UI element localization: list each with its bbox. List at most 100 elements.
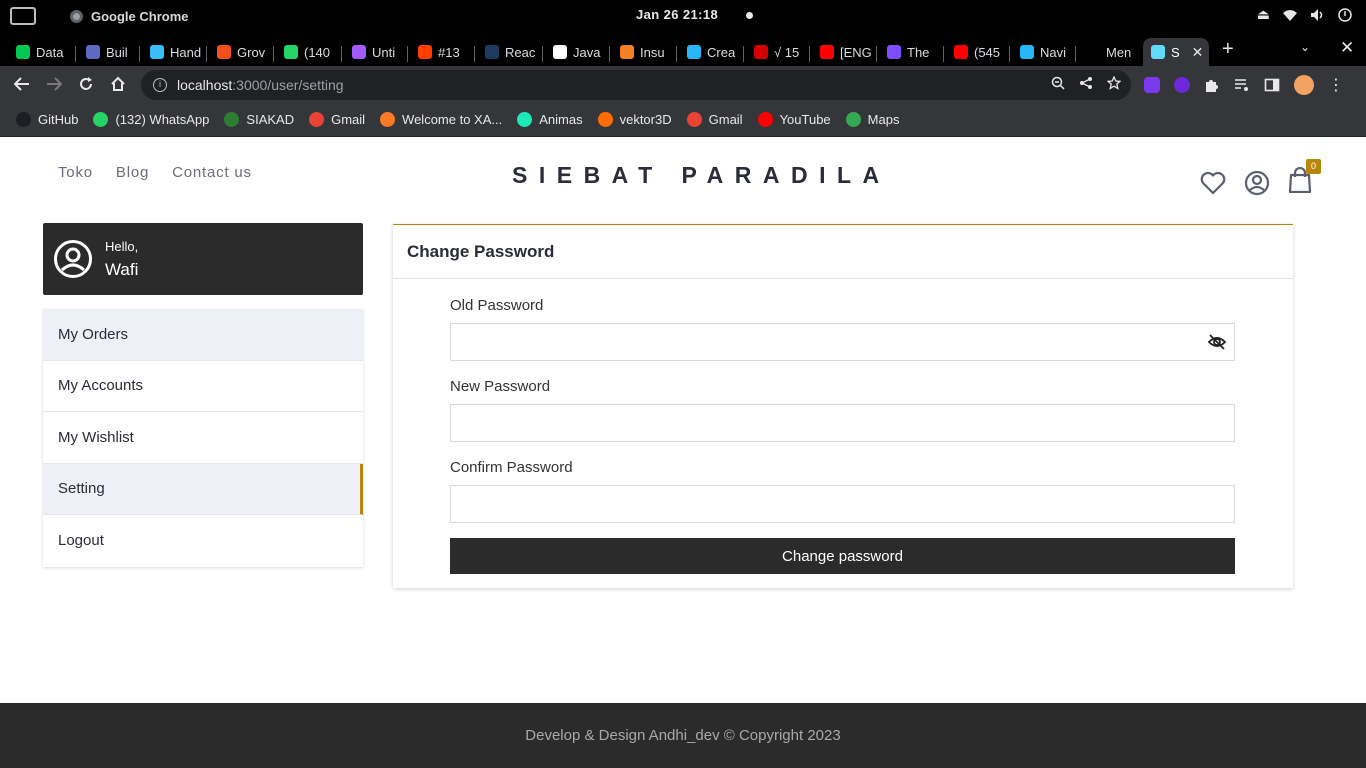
bookmark-item[interactable]: Maps bbox=[845, 112, 900, 127]
menu-item-setting[interactable]: Setting bbox=[43, 463, 363, 515]
user-account-icon[interactable] bbox=[1244, 170, 1270, 196]
clock[interactable]: Jan 26 21:18 bbox=[636, 7, 718, 22]
browser-tab[interactable]: Grov bbox=[209, 38, 271, 66]
menu-item-my-wishlist[interactable]: My Wishlist bbox=[43, 412, 363, 464]
home-icon[interactable] bbox=[110, 76, 126, 92]
old-password-field[interactable] bbox=[450, 323, 1235, 361]
browser-tab[interactable]: Hand bbox=[142, 38, 204, 66]
browser-tab[interactable]: The bbox=[879, 38, 941, 66]
brand-logo[interactable]: SIEBAT PARADILA bbox=[512, 162, 891, 189]
tab-favicon-icon bbox=[687, 45, 701, 59]
tab-separator bbox=[273, 46, 274, 62]
tab-title: #13 bbox=[438, 44, 460, 60]
browser-tab[interactable]: Buil bbox=[78, 38, 140, 66]
browser-tab[interactable]: Insu bbox=[612, 38, 674, 66]
bookmark-star-icon[interactable] bbox=[1107, 76, 1121, 90]
browser-tab[interactable]: [ENG bbox=[812, 38, 874, 66]
wishlist-heart-icon[interactable] bbox=[1200, 171, 1226, 195]
forward-icon[interactable] bbox=[46, 77, 62, 91]
bookmark-item[interactable]: YouTube bbox=[757, 112, 831, 127]
menu-item-my-accounts[interactable]: My Accounts bbox=[43, 361, 363, 412]
bookmark-label: YouTube bbox=[779, 112, 831, 127]
bookmark-item[interactable]: (132) WhatsApp bbox=[93, 112, 209, 127]
browser-tab[interactable]: Men bbox=[1078, 38, 1140, 66]
system-tray[interactable]: ⏏ bbox=[1257, 6, 1352, 23]
address-bar[interactable]: i localhost:3000/user/setting bbox=[141, 70, 1131, 100]
browser-tab[interactable]: (140 bbox=[276, 38, 338, 66]
tab-favicon-icon bbox=[754, 45, 768, 59]
media-queue-icon[interactable] bbox=[1234, 77, 1250, 93]
nav-link-contact[interactable]: Contact us bbox=[172, 164, 252, 181]
browser-tab[interactable]: Reac bbox=[477, 38, 539, 66]
site-info-icon[interactable]: i bbox=[153, 78, 167, 92]
battery-icon[interactable] bbox=[1338, 7, 1352, 22]
browser-tab[interactable]: Navi bbox=[1012, 38, 1074, 66]
tab-favicon-icon bbox=[954, 45, 968, 59]
bookmark-item[interactable]: Gmail bbox=[309, 112, 365, 127]
menu-item-my-orders[interactable]: My Orders bbox=[43, 309, 363, 361]
nav-link-toko[interactable]: Toko bbox=[58, 164, 93, 181]
reload-icon[interactable] bbox=[78, 76, 94, 92]
volume-icon[interactable] bbox=[1310, 8, 1326, 22]
bookmark-item[interactable]: Animas bbox=[517, 112, 583, 127]
bookmark-item[interactable]: GitHub bbox=[16, 112, 78, 127]
bookmark-item[interactable]: Welcome to XA... bbox=[380, 112, 502, 127]
bookmark-favicon-icon bbox=[597, 112, 613, 127]
browser-tab[interactable]: √ 15 bbox=[746, 38, 808, 66]
eject-icon[interactable]: ⏏ bbox=[1257, 6, 1270, 23]
bookmark-label: (132) WhatsApp bbox=[115, 112, 210, 127]
bookmark-favicon-icon bbox=[686, 112, 702, 127]
new-password-input[interactable] bbox=[451, 405, 1234, 441]
share-icon[interactable] bbox=[1079, 76, 1093, 90]
extension-icon[interactable] bbox=[1144, 77, 1160, 93]
window-close-icon[interactable]: ✕ bbox=[1340, 38, 1354, 58]
browser-tab[interactable]: Data bbox=[8, 38, 70, 66]
profile-avatar[interactable] bbox=[1294, 75, 1314, 95]
bookmark-favicon-icon bbox=[517, 112, 533, 127]
tab-separator bbox=[743, 46, 744, 62]
tab-title: Data bbox=[36, 44, 64, 60]
tab-title: Unti bbox=[372, 44, 396, 60]
active-app[interactable]: Google Chrome bbox=[10, 7, 189, 25]
browser-tab[interactable]: Crea bbox=[679, 38, 741, 66]
chrome-menu-icon[interactable]: ⋮ bbox=[1328, 75, 1344, 95]
browser-tab[interactable]: #13 bbox=[410, 38, 472, 66]
extensions-puzzle-icon[interactable] bbox=[1204, 77, 1220, 93]
user-avatar-icon bbox=[54, 240, 92, 278]
menu-item-logout[interactable]: Logout bbox=[43, 515, 363, 567]
bookmark-item[interactable]: vektor3D bbox=[597, 112, 672, 127]
tab-title: Grov bbox=[237, 44, 266, 60]
change-password-button[interactable]: Change password bbox=[450, 538, 1235, 574]
bookmark-item[interactable]: SIAKAD bbox=[224, 112, 294, 127]
old-password-input[interactable] bbox=[451, 324, 1234, 360]
tab-separator bbox=[474, 46, 475, 62]
browser-tab[interactable]: Unti bbox=[344, 38, 406, 66]
browser-tab[interactable]: Java bbox=[545, 38, 607, 66]
new-tab-button[interactable]: + bbox=[1222, 38, 1234, 61]
bookmark-label: vektor3D bbox=[619, 112, 672, 127]
bookmark-label: Gmail bbox=[708, 112, 743, 127]
greeting-text: Hello, bbox=[105, 239, 139, 254]
confirm-password-field[interactable] bbox=[450, 485, 1235, 523]
zoom-icon[interactable] bbox=[1051, 76, 1065, 90]
tab-title: (545 bbox=[974, 44, 1001, 60]
bookmark-item[interactable]: Gmail bbox=[686, 112, 743, 127]
tab-separator bbox=[1009, 46, 1010, 62]
tab-close-icon[interactable]: ✕ bbox=[1192, 44, 1204, 61]
workspace-icon[interactable] bbox=[10, 7, 36, 25]
toggle-visibility-icon[interactable] bbox=[1207, 332, 1227, 352]
nav-link-blog[interactable]: Blog bbox=[116, 164, 149, 181]
download-extension-icon[interactable] bbox=[1174, 77, 1190, 93]
wifi-icon[interactable] bbox=[1282, 8, 1298, 22]
bookmark-label: Maps bbox=[867, 112, 900, 127]
browser-tab[interactable]: (545 bbox=[946, 38, 1008, 66]
confirm-password-input[interactable] bbox=[451, 486, 1234, 522]
new-password-field[interactable] bbox=[450, 404, 1235, 442]
cart-button[interactable]: 0 bbox=[1288, 159, 1321, 198]
tab-search-icon[interactable]: ⌄ bbox=[1300, 40, 1310, 54]
back-icon[interactable] bbox=[14, 77, 30, 91]
side-panel-icon[interactable] bbox=[1264, 77, 1280, 93]
cart-count-badge: 0 bbox=[1306, 159, 1321, 174]
bookmark-label: SIAKAD bbox=[246, 112, 295, 127]
browser-tab[interactable]: S ✕ bbox=[1143, 38, 1209, 66]
